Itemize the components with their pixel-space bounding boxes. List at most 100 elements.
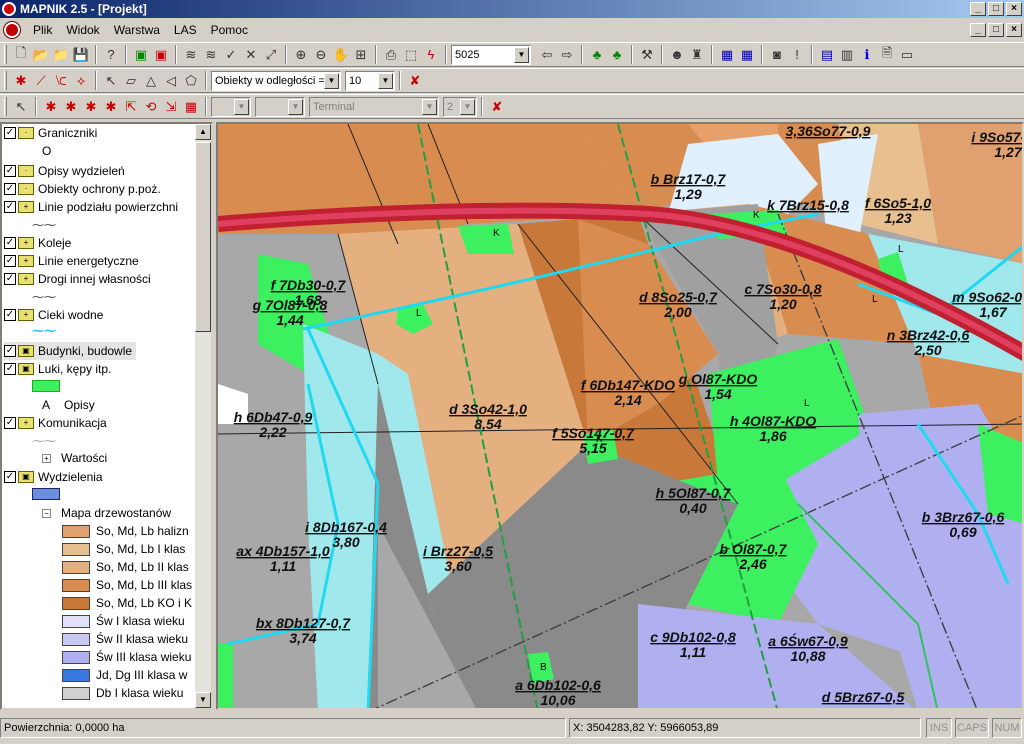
camera-icon[interactable]: ◙ xyxy=(767,45,787,65)
alert-icon[interactable]: ! xyxy=(787,45,807,65)
document-icon[interactable] xyxy=(4,22,20,38)
select-triangle-icon[interactable]: △ xyxy=(141,71,161,91)
distance-combo[interactable]: 10 ▼ xyxy=(345,70,395,91)
forward-arrow-icon[interactable]: ⇨ xyxy=(557,45,577,65)
select-triangle2-icon[interactable]: ◁ xyxy=(161,71,181,91)
checkbox-icon[interactable]: ✓ xyxy=(4,165,16,177)
layer-wydzielenia[interactable]: ✓ ▣ Wydzielenia xyxy=(4,468,103,486)
layer-down-icon[interactable]: ≋ xyxy=(201,45,221,65)
maximize-button[interactable]: □ xyxy=(988,2,1004,16)
open-file-icon[interactable]: 📂 xyxy=(31,45,51,65)
menu-pomoc[interactable]: Pomoc xyxy=(204,23,255,37)
edit-point-icon[interactable]: ✱ xyxy=(41,97,61,117)
doc-minimize-button[interactable]: _ xyxy=(970,23,986,37)
chevron-down-icon[interactable]: ▼ xyxy=(378,72,393,89)
tree2-icon[interactable]: ♣ xyxy=(607,45,627,65)
layer-linie-energetyczne[interactable]: ✓ + Linie energetyczne xyxy=(4,252,139,270)
checkbox-icon[interactable]: ✓ xyxy=(4,201,16,213)
layer-koleje[interactable]: ✓ + Koleje xyxy=(4,234,71,252)
remove-layer-icon[interactable]: ▣ xyxy=(151,45,171,65)
toolbar-grip[interactable] xyxy=(4,45,7,64)
query-combo[interactable]: Obiekty w odległości = ▼ xyxy=(211,70,341,91)
zoom-in-icon[interactable]: ⊕ xyxy=(291,45,311,65)
checkbox-icon[interactable]: ✓ xyxy=(4,237,16,249)
zoom-out-icon[interactable]: ⊖ xyxy=(311,45,331,65)
zoom-extent-icon[interactable]: ⊞ xyxy=(351,45,371,65)
edit-point2-icon[interactable]: ✱ xyxy=(61,97,81,117)
help-icon[interactable]: ? xyxy=(101,45,121,65)
expand-icon[interactable]: ⤢ xyxy=(261,45,281,65)
menu-plik[interactable]: Plik xyxy=(26,23,59,37)
close-button[interactable]: × xyxy=(1006,2,1022,16)
select-polygon-icon[interactable]: ▱ xyxy=(121,71,141,91)
select-line-icon[interactable]: ⟋ xyxy=(31,71,51,91)
grid-edit-icon[interactable]: ▦ xyxy=(717,45,737,65)
worker-icon[interactable]: ☻ xyxy=(667,45,687,65)
scroll-thumb[interactable] xyxy=(195,142,211,332)
tower-icon[interactable]: ♜ xyxy=(687,45,707,65)
layer-sub-wartosci[interactable]: + Wartości xyxy=(42,451,107,465)
checkbox-icon[interactable]: ✓ xyxy=(4,273,16,285)
lightning-icon[interactable]: ϟ xyxy=(421,45,441,65)
minimize-button[interactable]: _ xyxy=(970,2,986,16)
select-point-icon[interactable]: ✱ xyxy=(11,71,31,91)
edit-grid-icon[interactable]: ▦ xyxy=(181,97,201,117)
pan-hand-icon[interactable]: ✋ xyxy=(331,45,351,65)
map-canvas[interactable]: 3,36So77-0,9i 9So57-0,91,27b Brz17-0,71,… xyxy=(216,122,1024,710)
scroll-up-icon[interactable]: ▲ xyxy=(195,124,211,140)
edit-scale-icon[interactable]: ⇲ xyxy=(161,97,181,117)
layer-up-icon[interactable]: ≋ xyxy=(181,45,201,65)
layer-budynki[interactable]: ✓ ▣ Budynki, budowle xyxy=(4,342,137,360)
select-shape-icon[interactable]: ⬠ xyxy=(181,71,201,91)
cancel-edit-icon[interactable]: ✘ xyxy=(487,97,507,117)
select-polyline-icon[interactable]: ⟈ xyxy=(51,71,71,91)
checkbox-icon[interactable]: ✓ xyxy=(4,255,16,267)
tool-icon[interactable]: ⚒ xyxy=(637,45,657,65)
new-file-icon[interactable]: 🗋 xyxy=(11,45,31,65)
forest-map[interactable]: 3,36So77-0,9i 9So57-0,91,27b Brz17-0,71,… xyxy=(218,124,1024,710)
checkbox-icon[interactable]: ✓ xyxy=(4,127,16,139)
expand-icon[interactable]: + xyxy=(42,453,51,463)
layer-luki-kepy[interactable]: ✓ ▣ Luki, kępy itp. xyxy=(4,360,111,378)
doc-restore-button[interactable]: □ xyxy=(988,23,1004,37)
checkbox-icon[interactable]: ✓ xyxy=(4,309,16,321)
toolbar-grip[interactable] xyxy=(4,71,7,90)
edit-rotate-icon[interactable]: ⟲ xyxy=(141,97,161,117)
save-icon[interactable]: 💾 xyxy=(71,45,91,65)
layer-drogi[interactable]: ✓ + Drogi innej własności xyxy=(4,270,151,288)
menu-warstwa[interactable]: Warstwa xyxy=(107,23,167,37)
pointer-icon[interactable]: ↖ xyxy=(11,97,31,117)
shrink-icon[interactable]: ✕ xyxy=(241,45,261,65)
print-icon[interactable]: ⎙ xyxy=(381,45,401,65)
layer-cieki-wodne[interactable]: ✓ + Cieki wodne xyxy=(4,306,103,324)
scale-combo[interactable]: 5025 ▼ xyxy=(451,44,531,65)
checkbox-icon[interactable]: ✓ xyxy=(4,183,16,195)
layer-tree[interactable]: ✓ · Graniczniki O ✓ · Opisy wydzieleń ✓ · Obie… xyxy=(0,122,213,710)
chevron-down-icon[interactable]: ▼ xyxy=(514,46,529,63)
info-icon[interactable]: ℹ xyxy=(857,45,877,65)
table2-icon[interactable]: ▥ xyxy=(837,45,857,65)
select-node-icon[interactable]: ⟡ xyxy=(71,71,91,91)
layer-opisy-wydzielen[interactable]: ✓ · Opisy wydzieleń xyxy=(4,162,125,180)
back-arrow-icon[interactable]: ⇦ xyxy=(537,45,557,65)
tree-icon[interactable]: ♣ xyxy=(587,45,607,65)
scroll-down-icon[interactable]: ▼ xyxy=(195,692,211,708)
chevron-down-icon[interactable]: ▼ xyxy=(324,72,339,89)
checkbox-icon[interactable]: ✓ xyxy=(4,345,16,357)
layer-komunikacja[interactable]: ✓ + Komunikacja xyxy=(4,414,107,432)
ruler-icon[interactable]: ▭ xyxy=(897,45,917,65)
open-folder-icon[interactable]: 📁 xyxy=(51,45,71,65)
add-layer-icon[interactable]: ▣ xyxy=(131,45,151,65)
checkbox-icon[interactable]: ✓ xyxy=(4,471,16,483)
checkbox-icon[interactable]: ✓ xyxy=(4,363,16,375)
select-arrow-icon[interactable]: ↖ xyxy=(101,71,121,91)
layer-sub-mapa[interactable]: − Mapa drzewostanów xyxy=(42,506,171,520)
layer-tree-scrollbar[interactable]: ▲ ▼ xyxy=(195,124,211,708)
layer-linie-podzialu[interactable]: ✓ + Linie podziału powierzchni xyxy=(4,198,178,216)
preview-icon[interactable]: 🗎 xyxy=(877,45,897,65)
grid-edit2-icon[interactable]: ▦ xyxy=(737,45,757,65)
menu-widok[interactable]: Widok xyxy=(59,23,106,37)
layer-graniczniki[interactable]: ✓ · Graniczniki xyxy=(4,124,97,142)
layer-obiekty-ochrony[interactable]: ✓ · Obiekty ochrony p.poż. xyxy=(4,180,161,198)
select-rect-icon[interactable]: ⬚ xyxy=(401,45,421,65)
